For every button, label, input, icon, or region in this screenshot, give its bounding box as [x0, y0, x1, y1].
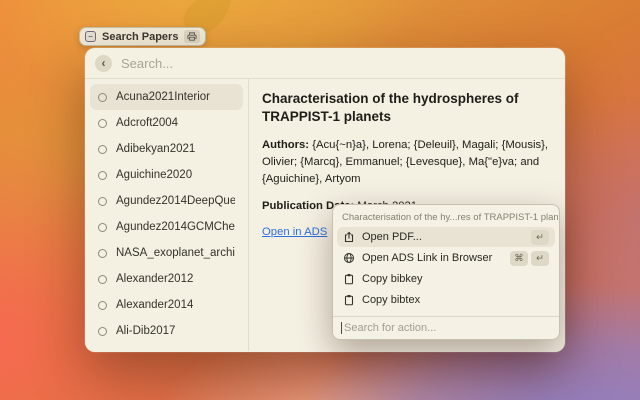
paper-name: NASA_exoplanet_archive: [116, 247, 235, 259]
globe-icon: [343, 252, 355, 264]
search-input[interactable]: [121, 56, 555, 71]
key-badge: ↵: [531, 230, 549, 245]
action-item[interactable]: Copy bibtex: [337, 290, 555, 310]
circle-icon: [98, 197, 107, 206]
list-item[interactable]: Alexander2012: [90, 266, 243, 292]
paper-name: Alexander2012: [116, 273, 193, 285]
paper-name: Agundez2014DeepQuench: [116, 195, 235, 207]
list-item[interactable]: Ali-Dib2017: [90, 318, 243, 344]
circle-icon: [98, 93, 107, 102]
list-item[interactable]: Aguichine2020: [90, 162, 243, 188]
printer-icon: [184, 30, 200, 43]
list-item[interactable]: Adibekyan2021: [90, 136, 243, 162]
command-tag-pill[interactable]: − Search Papers: [79, 27, 206, 46]
paper-name: Adibekyan2021: [116, 143, 195, 155]
action-search-bar: [333, 316, 559, 339]
action-item[interactable]: Open ADS Link in Browser ⌘↵: [337, 248, 555, 268]
clipboard-icon: [343, 294, 355, 306]
paper-authors: Authors: {Acu{~n}a}, Lorena; {Deleuil}, …: [262, 137, 552, 188]
key-badge: ⌘: [510, 251, 528, 266]
list-item[interactable]: Agundez2014DeepQuench: [90, 188, 243, 214]
list-item[interactable]: Acuna2021Interior: [90, 84, 243, 110]
list-item[interactable]: Agundez2014GCMChem: [90, 214, 243, 240]
circle-icon: [98, 275, 107, 284]
action-label: Copy bibtex: [362, 294, 420, 306]
action-item[interactable]: Open PDF... ↵: [337, 227, 555, 247]
paper-name: Ali-Dib2017: [116, 325, 175, 337]
circle-icon: [98, 301, 107, 310]
authors-label: Authors:: [262, 139, 309, 151]
list-item[interactable]: Alexander2014: [90, 292, 243, 318]
circle-icon: [98, 249, 107, 258]
paper-name: Alexander2014: [116, 299, 193, 311]
papers-list: Acuna2021Interior Adcroft2004 Adibekyan2…: [85, 79, 249, 351]
key-badge: ↵: [531, 251, 549, 266]
action-label: Open PDF...: [362, 231, 422, 243]
circle-icon: [98, 145, 107, 154]
paper-name: Agundez2014GCMChem: [116, 221, 235, 233]
action-search-input[interactable]: [344, 322, 551, 334]
paper-name: Aguichine2020: [116, 169, 192, 181]
circle-icon: [98, 119, 107, 128]
paper-name: Adcroft2004: [116, 117, 178, 129]
shortcut-badges: ⌘↵: [510, 251, 549, 266]
action-label: Copy bibkey: [362, 273, 423, 285]
shortcut-badges: ↵: [531, 230, 549, 245]
open-in-ads-link[interactable]: Open in ADS: [262, 226, 327, 238]
circle-icon: [98, 327, 107, 336]
circle-icon: [98, 171, 107, 180]
list-item[interactable]: NASA_exoplanet_archive: [90, 240, 243, 266]
text-caret: [341, 322, 342, 334]
share-icon: [343, 231, 355, 243]
remove-tag-icon[interactable]: −: [85, 31, 96, 42]
list-item[interactable]: Alibert2005: [90, 344, 243, 351]
action-label: Open ADS Link in Browser: [362, 252, 492, 264]
paper-title: Characterisation of the hydrospheres of …: [262, 90, 547, 126]
back-button[interactable]: ‹: [95, 55, 112, 72]
action-item[interactable]: Copy bibkey: [337, 269, 555, 289]
command-tag-label: Search Papers: [102, 31, 178, 43]
action-panel-header: Characterisation of the hy...res of TRAP…: [333, 205, 559, 227]
paper-name: Acuna2021Interior: [116, 91, 210, 103]
action-panel: Characterisation of the hy...res of TRAP…: [332, 204, 560, 340]
list-item[interactable]: Adcroft2004: [90, 110, 243, 136]
search-bar: ‹: [85, 48, 565, 79]
clipboard-icon: [343, 273, 355, 285]
circle-icon: [98, 223, 107, 232]
